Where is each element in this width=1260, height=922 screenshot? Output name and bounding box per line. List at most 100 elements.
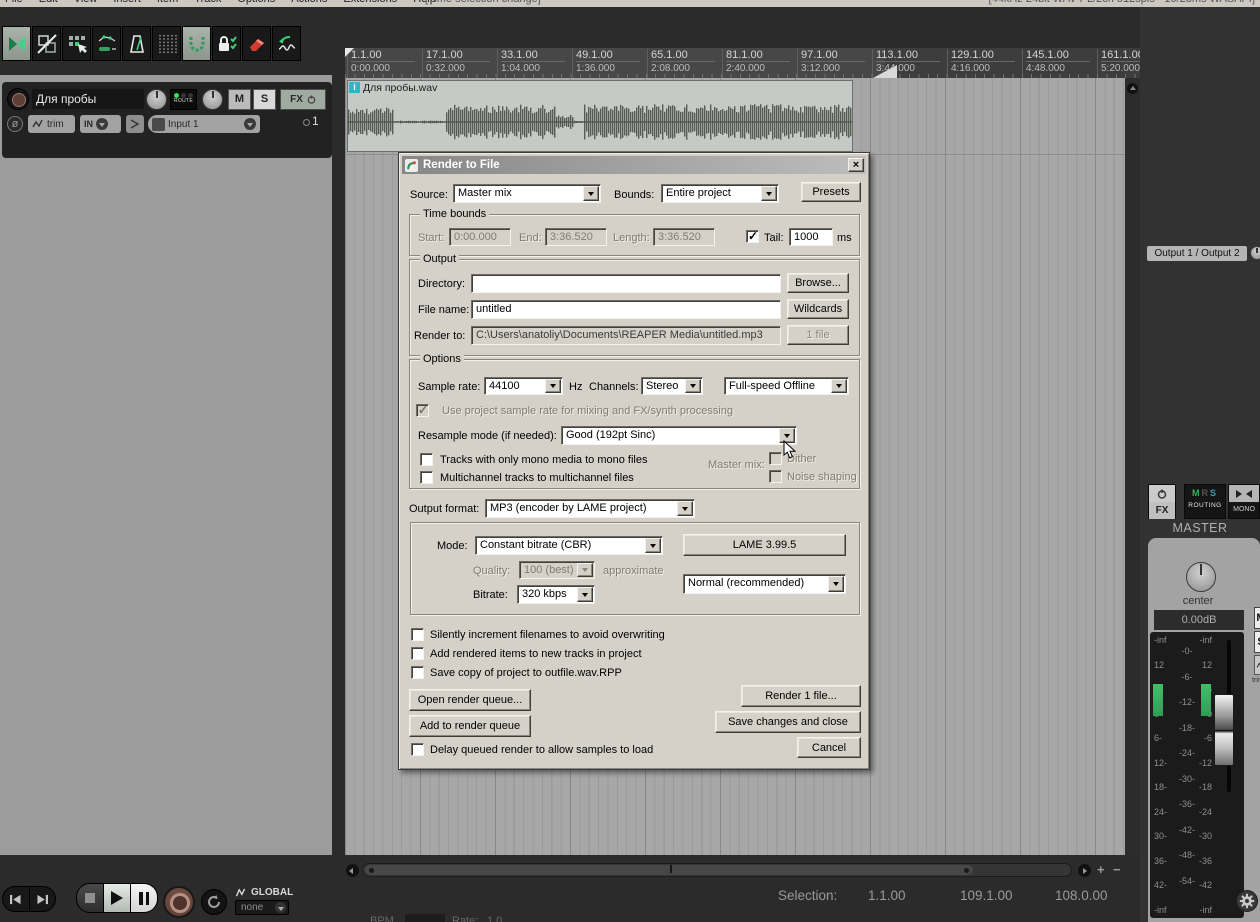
track-name-field[interactable]: Для пробы — [32, 89, 144, 109]
source-select[interactable]: Master mix — [453, 184, 601, 203]
crossfade-icon[interactable] — [2, 26, 31, 61]
lock-icon[interactable] — [212, 26, 241, 61]
scroll-up-icon[interactable] — [1127, 83, 1138, 94]
tail-input[interactable]: 1000 — [789, 228, 833, 246]
add-rendered-checkbox[interactable] — [411, 647, 424, 660]
render-file-button[interactable]: Render 1 file... — [741, 685, 861, 707]
phase-button[interactable]: ø — [7, 116, 23, 132]
routing-matrix-button[interactable] — [126, 115, 144, 133]
quality-preset-select[interactable]: Normal (recommended) — [683, 574, 846, 594]
menu-item[interactable]: Item — [157, 0, 178, 5]
master-fx-button[interactable]: FX — [1148, 484, 1176, 519]
eraser-icon[interactable] — [242, 26, 271, 61]
output-knob[interactable] — [1250, 246, 1260, 260]
gear-icon[interactable] — [1236, 890, 1258, 912]
master-output-chip[interactable]: Output 1 / Output 2 — [1147, 246, 1247, 261]
master-routing-button[interactable]: MRS ROUTING — [1184, 484, 1226, 519]
master-mute-button[interactable]: M — [1254, 607, 1260, 629]
resample-select[interactable]: Good (192pt Sinc) — [561, 426, 797, 445]
delay-queued-checkbox[interactable] — [411, 743, 424, 756]
channels-select[interactable]: Stereo — [641, 377, 703, 395]
menu-actions[interactable]: Actions — [291, 0, 327, 5]
browse-button[interactable]: Browse... — [787, 273, 849, 293]
pause-button[interactable] — [131, 884, 157, 912]
record-button[interactable] — [163, 886, 195, 918]
metronome-icon[interactable] — [122, 26, 151, 61]
menu-options[interactable]: Options — [237, 0, 275, 5]
menu-edit[interactable]: Edit — [39, 0, 58, 5]
selection-end-value[interactable]: 109.1.00 — [960, 888, 1013, 903]
track-mute-button[interactable]: M — [228, 89, 251, 110]
selection-end-marker[interactable] — [873, 65, 897, 78]
route-button[interactable]: ROUTE — [170, 89, 197, 110]
ripple-edit-icon[interactable] — [62, 26, 91, 61]
add-to-render-queue-button[interactable]: Add to render queue — [409, 715, 531, 737]
undo-wave-icon[interactable] — [272, 26, 301, 61]
mode-select[interactable]: Constant bitrate (CBR) — [475, 536, 663, 555]
save-changes-button[interactable]: Save changes and close — [715, 711, 861, 733]
scroll-right-icon[interactable] — [1078, 864, 1091, 877]
track-1-header[interactable]: Для пробы ROUTE M S FX ø trim IN Input 1… — [2, 82, 332, 158]
track-fx-button[interactable]: FX — [280, 89, 326, 110]
silently-increment-checkbox[interactable] — [411, 628, 424, 641]
master-pan-knob[interactable] — [1186, 562, 1216, 592]
directory-input[interactable] — [471, 274, 781, 293]
tail-checkbox[interactable] — [746, 229, 759, 243]
menu-file[interactable]: File — [5, 0, 23, 5]
master-fader-handle[interactable] — [1214, 694, 1234, 766]
timeline-ruler[interactable]: 1.1.00 0:00.000 17.1.00 0:32.000 33.1.00 1:04… — [345, 48, 1145, 78]
mono-tracks-checkbox[interactable] — [420, 453, 433, 466]
selection-length-value[interactable]: 108.0.00 — [1055, 888, 1108, 903]
global-automation[interactable]: GLOBAL none — [235, 887, 293, 915]
close-icon[interactable]: × — [848, 158, 864, 172]
render-speed-select[interactable]: Full-speed Offline — [724, 377, 849, 395]
vertical-scrollbar[interactable] — [1126, 78, 1139, 858]
lame-version-button[interactable]: LAME 3.99.5 — [683, 534, 846, 556]
sample-rate-select[interactable]: 44100 — [484, 377, 563, 395]
multichannel-checkbox[interactable] — [420, 471, 433, 484]
envelope-points-icon[interactable] — [92, 26, 121, 61]
automation-mode-select[interactable]: none — [235, 900, 289, 915]
bounds-select[interactable]: Entire project — [661, 184, 779, 203]
grid-icon[interactable] — [152, 26, 181, 61]
input-mode-button[interactable]: IN — [80, 115, 121, 133]
save-copy-checkbox[interactable] — [411, 666, 424, 679]
selection-start-marker[interactable] — [345, 48, 354, 57]
dialog-titlebar[interactable]: Render to File × — [402, 156, 866, 174]
scroll-left-icon[interactable] — [346, 864, 359, 877]
rate-value[interactable]: 1.0 — [487, 915, 502, 922]
selection-start-value[interactable]: 1.1.00 — [868, 888, 906, 903]
track-solo-button[interactable]: S — [253, 89, 276, 110]
master-volume-value[interactable]: 0.00dB — [1154, 610, 1244, 630]
cancel-button[interactable]: Cancel — [797, 737, 861, 758]
bitrate-select[interactable]: 320 kbps — [517, 585, 595, 604]
master-solo-button[interactable]: S — [1254, 631, 1260, 653]
media-item[interactable]: i Для пробы.wav — [347, 80, 853, 152]
record-arm-button[interactable] — [7, 88, 29, 110]
filename-input[interactable]: untitled — [471, 300, 781, 319]
go-to-end-button[interactable] — [30, 887, 56, 911]
master-mono-button[interactable]: MONO — [1228, 484, 1260, 519]
open-render-queue-button[interactable]: Open render queue... — [409, 689, 531, 711]
track-pan-knob[interactable] — [202, 89, 223, 110]
play-button[interactable] — [104, 884, 130, 912]
scrollbar-thumb[interactable] — [365, 865, 973, 875]
presets-button[interactable]: Presets — [801, 182, 861, 202]
menu-view[interactable]: View — [74, 0, 98, 5]
wildcards-button[interactable]: Wildcards — [787, 299, 849, 319]
snap-magnet-icon[interactable] — [182, 26, 211, 61]
trim-envelope-button[interactable]: trim — [28, 115, 75, 133]
menu-extensions[interactable]: Extensions — [343, 0, 397, 5]
stop-button[interactable] — [77, 884, 103, 912]
grouping-icon[interactable] — [32, 26, 61, 61]
bpm-value-box[interactable] — [405, 914, 445, 922]
item-info-icon[interactable]: i — [349, 82, 360, 93]
track-input-selector[interactable]: Input 1 — [148, 115, 260, 133]
menu-track[interactable]: Track — [194, 0, 221, 5]
go-to-start-button[interactable] — [3, 887, 29, 911]
zoom-out-icon[interactable]: − — [1113, 863, 1121, 876]
menu-insert[interactable]: Insert — [113, 0, 141, 5]
output-format-select[interactable]: MP3 (encoder by LAME project) — [485, 499, 695, 518]
master-trim-button[interactable] — [1254, 655, 1260, 675]
horizontal-scrollbar[interactable] — [362, 863, 1072, 877]
